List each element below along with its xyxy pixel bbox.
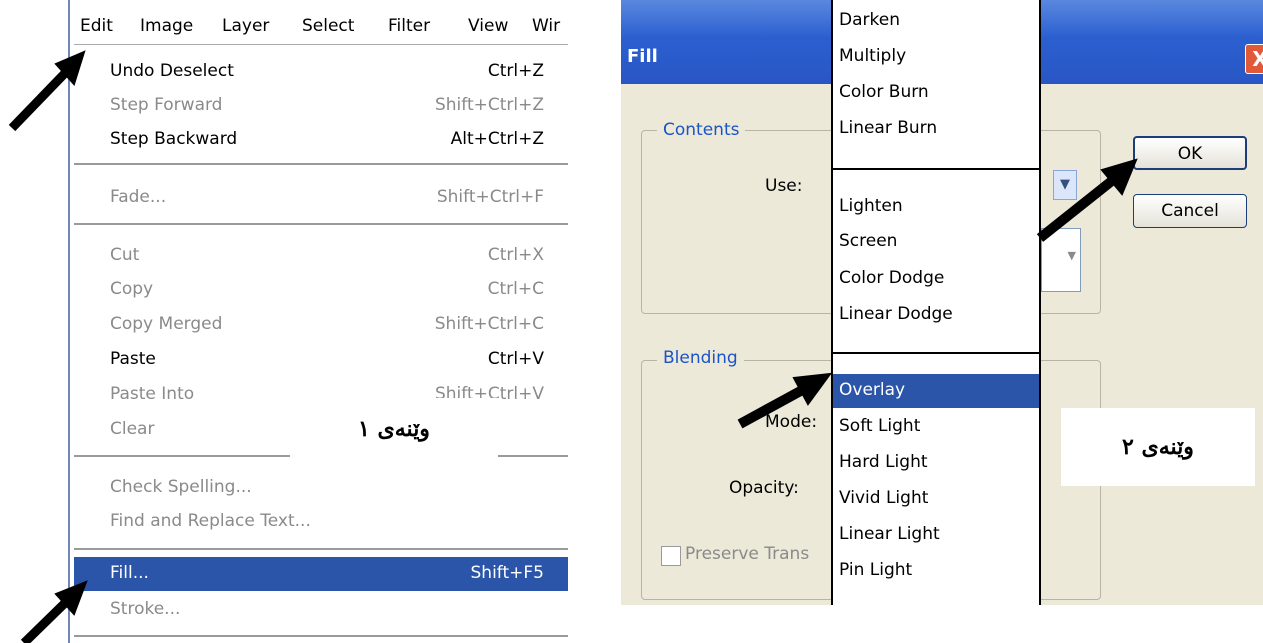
arrow-icon [737,372,833,429]
annotation-arrows [8,50,1138,643]
arrow-icon [8,50,86,132]
arrow-icon [20,580,88,643]
arrow-icon [1036,158,1138,242]
